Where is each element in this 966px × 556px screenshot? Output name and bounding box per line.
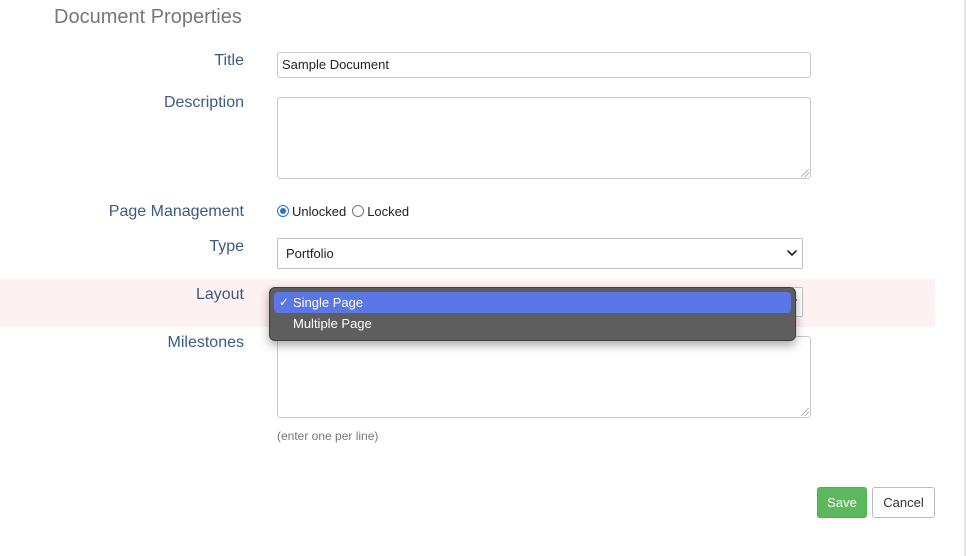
milestones-label: Milestones: [167, 334, 244, 351]
type-label: Type: [209, 238, 244, 255]
title-label: Title: [214, 52, 244, 69]
page-management-label: Page Management: [108, 203, 244, 220]
title-input[interactable]: Sample Document: [277, 52, 811, 78]
page-management-radio-group: Unlocked Locked: [277, 202, 415, 220]
layout-option-single-page[interactable]: ✓ Single Page: [274, 292, 791, 313]
save-button[interactable]: Save: [817, 487, 867, 518]
description-textarea[interactable]: [277, 97, 811, 179]
type-select-value: Portfolio: [286, 246, 334, 261]
page-title: Document Properties: [54, 6, 242, 28]
layout-option-label: Multiple Page: [293, 316, 372, 331]
layout-option-multiple-page[interactable]: Multiple Page: [274, 313, 791, 334]
resize-grip-icon[interactable]: [801, 169, 809, 177]
locked-radio[interactable]: [352, 205, 365, 217]
chevron-down-icon: [787, 250, 797, 256]
layout-option-label: Single Page: [293, 295, 364, 310]
locked-radio-label[interactable]: Locked: [367, 204, 409, 219]
description-label: Description: [163, 94, 244, 111]
milestones-textarea[interactable]: [277, 336, 811, 418]
layout-dropdown-menu: ✓ Single Page Multiple Page: [269, 287, 796, 341]
unlocked-radio-label[interactable]: Unlocked: [292, 204, 346, 219]
milestones-hint: (enter one per line): [277, 429, 379, 443]
resize-grip-icon[interactable]: [801, 408, 809, 416]
cancel-button[interactable]: Cancel: [872, 487, 935, 518]
type-select[interactable]: Portfolio: [277, 238, 803, 269]
unlocked-radio[interactable]: [277, 205, 289, 217]
checkmark-icon: ✓: [279, 295, 290, 309]
layout-label: Layout: [195, 286, 244, 303]
